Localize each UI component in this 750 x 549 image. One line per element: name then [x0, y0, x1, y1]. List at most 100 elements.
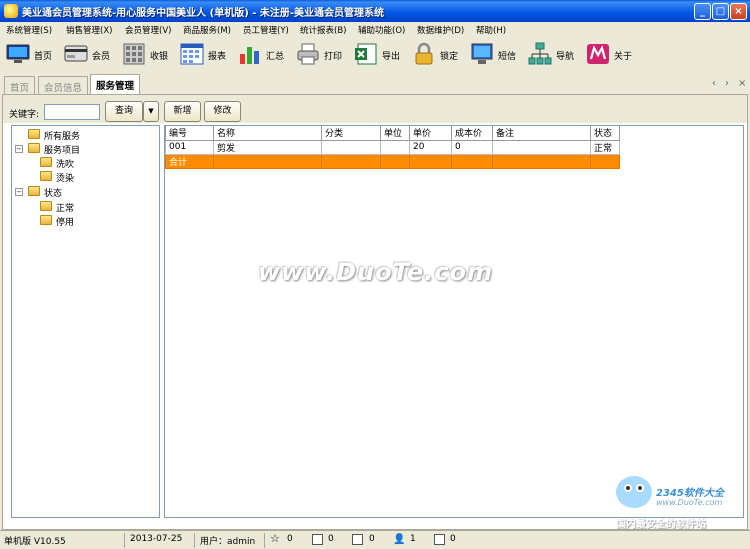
bar-chart-icon	[240, 47, 259, 64]
keyword-input[interactable]	[44, 104, 100, 120]
toolbar-lock-button[interactable]: 锁定	[412, 40, 466, 68]
date-text: 2013-07-25	[130, 534, 183, 544]
cell-unit	[380, 139, 410, 155]
calendar-grid-icon	[180, 43, 204, 65]
monitor-count: 0	[369, 534, 375, 544]
close-button[interactable]: ×	[730, 3, 747, 20]
minimize-button[interactable]: _	[694, 3, 711, 20]
star-icon: ☆	[270, 532, 280, 545]
toolbar-sms-button[interactable]: 短信	[470, 40, 524, 68]
menu-system[interactable]: 系统管理(S)	[6, 24, 52, 36]
column-header-unit[interactable]: 单位	[380, 126, 410, 141]
tab-strip: 首页 会员信息 服务管理 ‹ › ×	[0, 74, 750, 94]
menu-products[interactable]: 商品服务(M)	[183, 24, 231, 36]
toolbar-summary-button[interactable]: 汇总	[238, 40, 292, 68]
folder-icon	[40, 215, 52, 225]
column-header-category[interactable]: 分类	[321, 126, 381, 141]
keyword-label: 关键字:	[9, 110, 40, 120]
menu-member[interactable]: 会员管理(V)	[125, 24, 171, 36]
book-count: 0	[450, 534, 456, 544]
tab-service-management[interactable]: 服务管理	[90, 74, 141, 94]
column-header-code[interactable]: 编号	[165, 126, 214, 141]
star-count: 0	[287, 534, 293, 544]
edit-button[interactable]: 修改	[204, 101, 241, 122]
folder-icon	[28, 143, 40, 153]
watermark-duote: www.DuoTe.com	[258, 258, 493, 286]
window-titlebar[interactable]: 美业通会员管理系统-用心服务中国美业人 (单机版) - 未注册-美业通会员管理系…	[0, 0, 750, 22]
tab-prev-arrow[interactable]: ‹	[712, 78, 716, 89]
menu-tools[interactable]: 辅助功能(O)	[358, 24, 405, 36]
service-table: 编号 名称 分类 单位 单价 成本价 备注 状态 001 剪发 20 0 正常 …	[164, 125, 744, 518]
toolbar-print-button[interactable]: 打印	[296, 40, 350, 68]
table-row[interactable]: 001 剪发 20 0 正常	[165, 139, 620, 155]
category-tree: 所有服务 − 服务项目 洗吹 烫染 − 状态 正常 停用	[11, 125, 160, 518]
sms-monitor-icon	[471, 43, 493, 64]
cell-category	[321, 139, 381, 155]
tab-close-icon[interactable]: ×	[738, 78, 746, 89]
query-dropdown-button[interactable]: ▼	[143, 101, 159, 122]
about-icon	[587, 44, 609, 64]
user-count: 1	[410, 534, 416, 544]
collapse-icon[interactable]: −	[15, 188, 23, 196]
add-button[interactable]: 新增	[164, 101, 201, 122]
chevron-down-icon: ▼	[148, 107, 154, 115]
user-text: 用户：admin	[200, 537, 256, 547]
menu-bar: 系统管理(S) 销售管理(X) 会员管理(V) 商品服务(M) 员工管理(Y) …	[0, 22, 750, 38]
cell-code: 001	[165, 139, 214, 155]
lock-icon	[415, 42, 433, 65]
menu-sales[interactable]: 销售管理(X)	[66, 24, 112, 36]
tab-home[interactable]: 首页	[4, 76, 36, 94]
total-label: 合计	[165, 153, 214, 169]
toolbar-cashier-button[interactable]: 收银	[122, 40, 176, 68]
cell-status: 正常	[590, 139, 620, 155]
toolbar-export-button[interactable]: 导出	[354, 40, 408, 68]
toolbar: 首页 会员 收银 报表 汇总 打印 导出 锁定 短信 导航 关于	[0, 38, 750, 72]
sitemap-icon	[528, 42, 552, 65]
column-header-price[interactable]: 单价	[409, 126, 452, 141]
cell-cost: 0	[451, 139, 493, 155]
menu-data[interactable]: 数据维护(D)	[417, 24, 464, 36]
collapse-icon[interactable]: −	[15, 145, 23, 153]
total-row: 合计	[165, 153, 620, 169]
book-icon	[434, 534, 445, 545]
tab-next-arrow[interactable]: ›	[725, 78, 729, 89]
watermark-brand: 2345软件大全	[656, 488, 724, 499]
service-management-panel: 关键字: 查询 ▼ 新增 修改 所有服务 − 服务项目 洗吹 烫染 − 状态 正…	[2, 94, 748, 530]
toolbar-navigate-button[interactable]: 导航	[528, 40, 582, 68]
menu-reports[interactable]: 统计报表(B)	[300, 24, 346, 36]
window-title: 美业通会员管理系统-用心服务中国美业人 (单机版) - 未注册-美业通会员管理系…	[22, 8, 385, 19]
toolbar-home-button[interactable]: 首页	[6, 40, 60, 68]
watermark-url: www.DuoTe.com	[656, 498, 723, 507]
version-text: 单机版 V10.55	[4, 537, 66, 547]
folder-icon	[40, 171, 52, 181]
column-header-cost[interactable]: 成本价	[451, 126, 493, 141]
folder-icon	[28, 186, 40, 196]
column-header-status[interactable]: 状态	[590, 126, 620, 141]
printer-icon	[297, 43, 319, 65]
column-header-remark[interactable]: 备注	[492, 126, 591, 141]
status-bar: 单机版 V10.55 2013-07-25 用户：admin ☆ 0 0 0 👤…	[0, 530, 750, 549]
cell-name: 剪发	[213, 139, 322, 155]
folder-icon	[40, 157, 52, 167]
toolbar-about-button[interactable]: 关于	[586, 40, 640, 68]
folder-open-icon	[28, 129, 40, 139]
folder-icon	[40, 201, 52, 211]
app-icon	[4, 4, 18, 18]
menu-help[interactable]: 帮助(H)	[476, 24, 506, 36]
calculator-icon	[123, 43, 145, 65]
monitor-small-icon	[352, 534, 363, 545]
maximize-button[interactable]: □	[712, 3, 729, 20]
menu-staff[interactable]: 员工管理(Y)	[243, 24, 289, 36]
excel-icon	[355, 43, 377, 65]
toolbar-report-button[interactable]: 报表	[180, 40, 234, 68]
mascot-watermark-icon	[612, 470, 656, 510]
table-header-row: 编号 名称 分类 单位 单价 成本价 备注 状态	[165, 126, 620, 141]
watermark-slogan: 国内最安全的软件站	[616, 519, 706, 530]
column-header-name[interactable]: 名称	[213, 126, 322, 141]
tab-member-info[interactable]: 会员信息	[38, 76, 89, 94]
message-count: 0	[328, 534, 334, 544]
query-button[interactable]: 查询	[105, 101, 143, 122]
message-icon	[312, 534, 323, 545]
toolbar-member-button[interactable]: 会员	[64, 40, 118, 68]
search-bar: 关键字: 查询 ▼ 新增 修改	[3, 95, 747, 123]
